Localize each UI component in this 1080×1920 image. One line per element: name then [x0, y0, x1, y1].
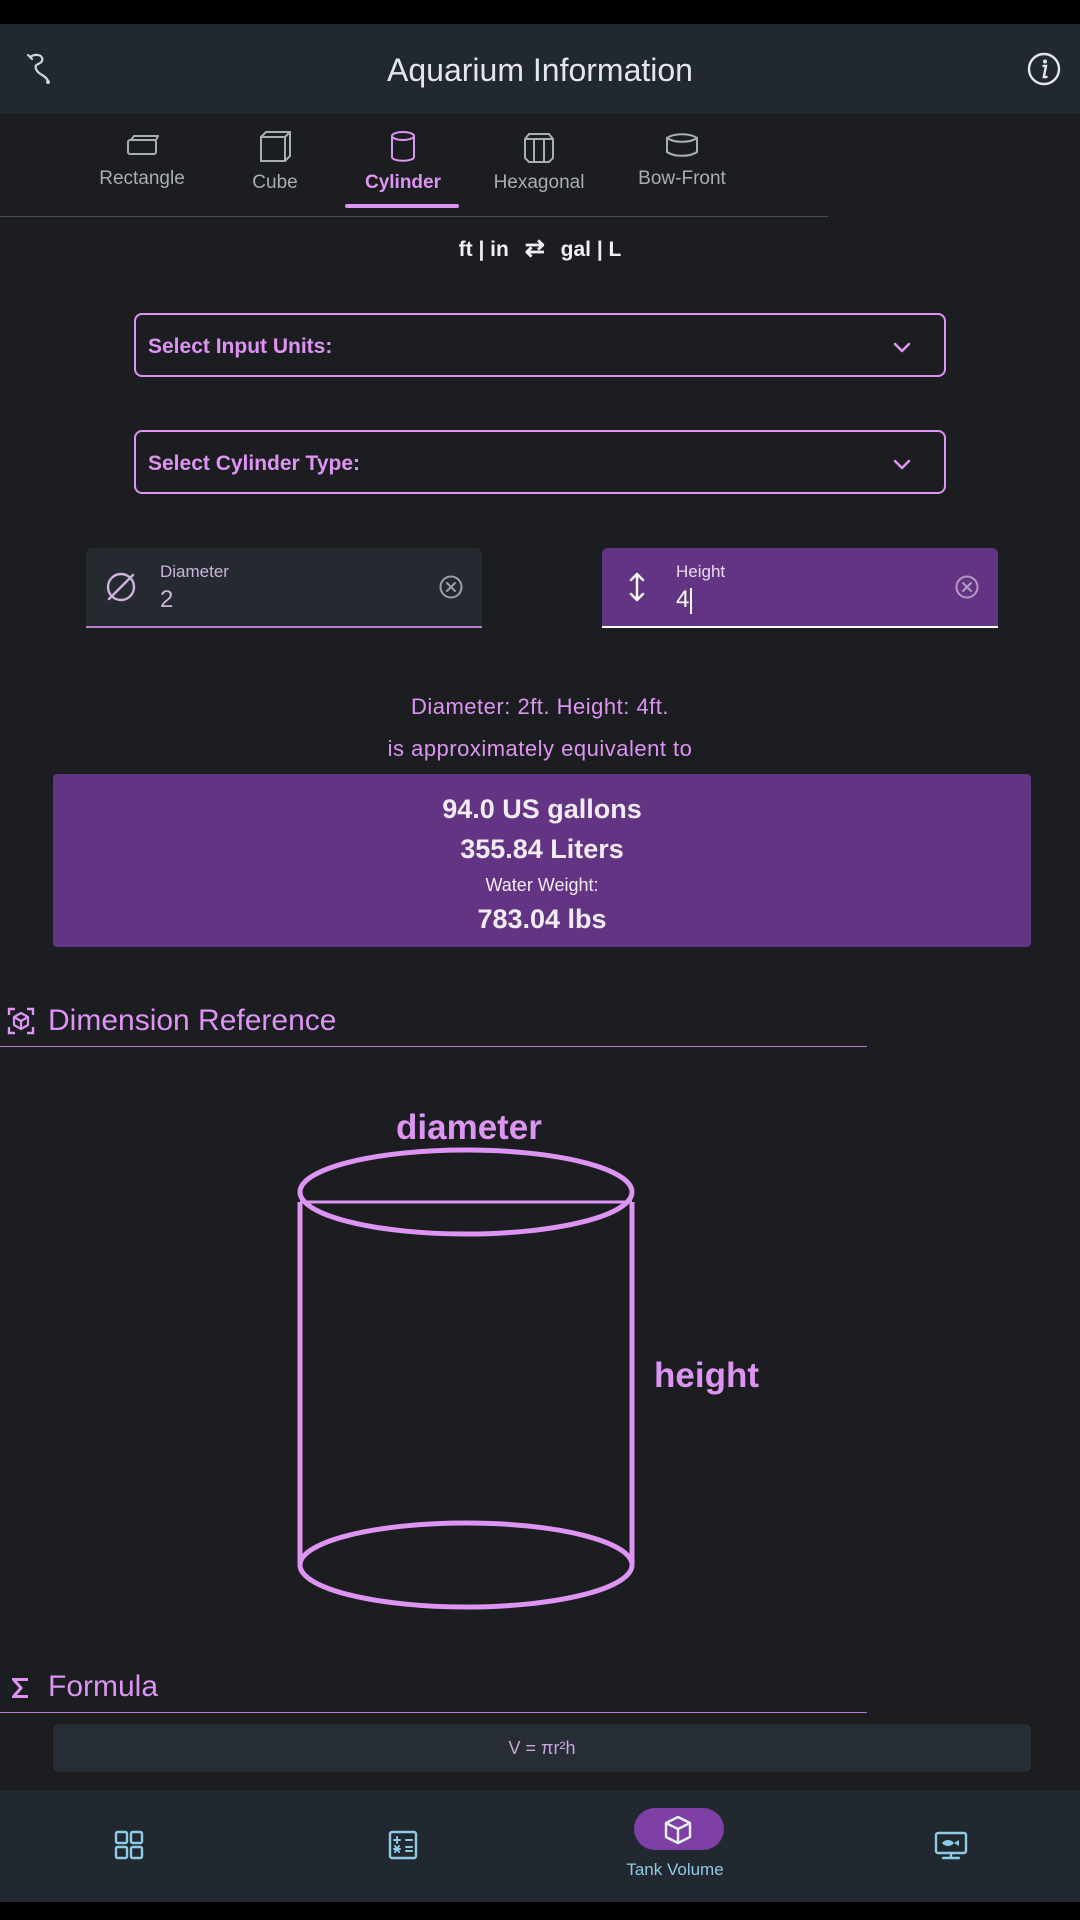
- nav-item-dashboard[interactable]: [0, 1790, 270, 1902]
- sigma-icon: [12, 1678, 28, 1698]
- formula-text: V = πr²h: [53, 1724, 1031, 1772]
- diameter-field[interactable]: Diameter 2: [86, 548, 482, 628]
- app-title: Aquarium Information: [387, 52, 693, 88]
- status-bar: [0, 0, 1080, 24]
- grid-icon: [114, 1830, 144, 1860]
- formula-title: Formula: [48, 1670, 159, 1703]
- diameter-value[interactable]: 2: [160, 586, 173, 614]
- cube-outline-icon: [7, 1007, 35, 1035]
- water-weight-label: Water Weight:: [485, 875, 599, 895]
- cylinder-type-label: Select Cylinder Type:: [148, 452, 361, 475]
- tab-label: Rectangle: [99, 168, 185, 189]
- gallons-value: 94.0 US gallons: [442, 794, 642, 824]
- equivalence-text: is approximately equivalent to: [387, 736, 693, 761]
- unit-left-label: ft | in: [458, 238, 509, 261]
- dimension-reference-header: Dimension Reference: [0, 996, 867, 1047]
- clear-icon[interactable]: [954, 574, 980, 600]
- tab-cylinder[interactable]: Cylinder: [328, 130, 478, 194]
- input-units-dropdown[interactable]: Select Input Units:: [134, 313, 946, 377]
- active-tab-indicator: [345, 204, 459, 208]
- nav-label-tank-volume: Tank Volume: [626, 1860, 724, 1879]
- cylinder-type-dropdown[interactable]: Select Cylinder Type:: [134, 430, 946, 494]
- chevron-down-icon: [893, 342, 911, 353]
- height-value[interactable]: 4: [676, 586, 693, 614]
- bottom-navigation: Tank Volume: [0, 1790, 1080, 1902]
- swap-arrows-icon: ⇄: [524, 235, 545, 262]
- info-icon[interactable]: [1026, 51, 1062, 87]
- tab-label: Hexagonal: [493, 172, 585, 193]
- nav-item-aquarium[interactable]: [810, 1790, 1080, 1902]
- cube-icon: [664, 1815, 692, 1845]
- cube-tank-icon: [260, 131, 291, 162]
- tab-rectangle[interactable]: Rectangle: [67, 130, 217, 190]
- hexagonal-tank-icon: [524, 133, 554, 163]
- aquarium-icon: [934, 1831, 968, 1860]
- system-nav-bar: [0, 1902, 1080, 1920]
- water-weight-value: 783.04 lbs: [477, 904, 607, 934]
- height-field[interactable]: Height 4: [602, 548, 998, 628]
- unit-toggle[interactable]: ft | in ⇄ gal | L: [0, 234, 1080, 263]
- liters-value: 355.84 Liters: [460, 834, 624, 864]
- nav-item-calculator[interactable]: [270, 1790, 540, 1902]
- tab-bow-front[interactable]: Bow-Front: [607, 130, 757, 190]
- shape-tabs: Rectangle Cube Cylinder Hexagonal Bow-Fr…: [0, 116, 828, 217]
- formula-header: Formula: [0, 1662, 867, 1713]
- calculator-icon: [388, 1830, 418, 1860]
- dimension-reference-title: Dimension Reference: [48, 1004, 337, 1037]
- volume-result-card: 94.0 US gallons 355.84 Liters Water Weig…: [53, 774, 1031, 947]
- text-cursor: [690, 587, 693, 614]
- height-label: Height: [676, 562, 726, 581]
- tab-label: Bow-Front: [638, 168, 726, 189]
- rectangle-tank-icon: [127, 135, 159, 155]
- nav-item-tank-volume[interactable]: Tank Volume: [540, 1790, 810, 1902]
- bowfront-tank-icon: [666, 133, 698, 157]
- diameter-icon: [106, 572, 136, 602]
- app-bar: Aquarium Information: [0, 24, 1080, 114]
- clear-icon[interactable]: [438, 574, 464, 600]
- tab-hexagonal[interactable]: Hexagonal: [464, 130, 614, 194]
- dimension-summary: Diameter: 2ft. Height: 4ft.: [410, 694, 670, 719]
- chevron-down-icon: [893, 459, 911, 470]
- height-diagram-label: height: [654, 1356, 759, 1395]
- cylinder-tank-icon: [391, 131, 415, 162]
- diameter-diagram-label: diameter: [396, 1108, 542, 1147]
- input-units-label: Select Input Units:: [148, 335, 333, 358]
- tab-label: Cylinder: [364, 172, 442, 193]
- unit-right-label: gal | L: [560, 238, 622, 261]
- diameter-label: Diameter: [160, 562, 229, 581]
- vertical-arrows-icon: [629, 572, 645, 602]
